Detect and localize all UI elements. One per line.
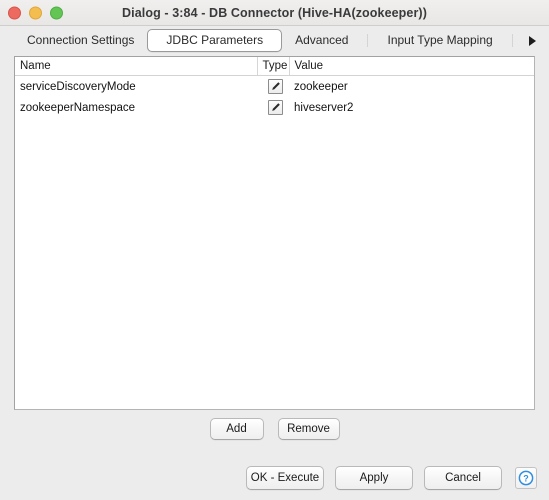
column-header-value[interactable]: Value [288, 57, 534, 76]
table-body: serviceDiscoveryMode zookeeper zookeeper… [15, 76, 534, 119]
tab-separator-end [512, 34, 513, 47]
column-header-type[interactable]: Type [256, 57, 289, 76]
table-header: Name Type Value [15, 57, 534, 76]
tab-advanced[interactable]: Advanced [282, 29, 361, 52]
parameters-table: Name Type Value serviceDiscoveryMode zoo… [15, 57, 534, 118]
cell-parameter-type[interactable] [257, 97, 289, 118]
dialog-window: Dialog - 3:84 - DB Connector (Hive-HA(zo… [0, 0, 549, 500]
row-actions: Add Remove [14, 410, 535, 448]
add-button[interactable]: Add [209, 418, 264, 440]
table-row[interactable]: zookeeperNamespace hiveserver2 [15, 97, 534, 118]
maximize-window-button[interactable] [50, 6, 63, 19]
title-bar: Dialog - 3:84 - DB Connector (Hive-HA(zo… [0, 0, 549, 26]
cell-parameter-name[interactable]: serviceDiscoveryMode [15, 76, 257, 98]
pencil-icon[interactable] [268, 100, 283, 115]
parameters-table-panel: Name Type Value serviceDiscoveryMode zoo… [14, 56, 535, 410]
svg-text:?: ? [523, 473, 529, 483]
triangle-right-icon[interactable] [521, 31, 543, 51]
ok-execute-button[interactable]: OK - Execute [246, 466, 324, 490]
window-title: Dialog - 3:84 - DB Connector (Hive-HA(zo… [122, 5, 427, 20]
cancel-button[interactable]: Cancel [424, 466, 502, 490]
cell-parameter-value[interactable]: hiveserver2 [289, 97, 534, 118]
cell-parameter-type[interactable] [257, 76, 289, 98]
tab-jdbc-parameters[interactable]: JDBC Parameters [147, 29, 283, 52]
cell-parameter-value[interactable]: zookeeper [289, 76, 534, 98]
tab-input-type-mapping[interactable]: Input Type Mapping [374, 29, 505, 52]
tab-connection-settings[interactable]: Connection Settings [14, 29, 147, 52]
window-controls [8, 6, 63, 19]
main-content: Name Type Value serviceDiscoveryMode zoo… [0, 55, 549, 458]
column-header-name[interactable]: Name [15, 57, 257, 76]
tab-separator [367, 34, 369, 47]
table-header-row: Name Type Value [15, 57, 534, 76]
apply-button[interactable]: Apply [335, 466, 413, 490]
table-row[interactable]: serviceDiscoveryMode zookeeper [15, 76, 534, 98]
minimize-window-button[interactable] [29, 6, 42, 19]
cell-parameter-name[interactable]: zookeeperNamespace [15, 97, 257, 118]
close-window-button[interactable] [8, 6, 21, 19]
dialog-footer: OK - Execute Apply Cancel ? [0, 458, 549, 500]
tab-bar: Connection Settings JDBC Parameters Adva… [0, 26, 549, 55]
help-question-icon[interactable]: ? [515, 467, 537, 489]
pencil-icon[interactable] [268, 79, 283, 94]
remove-button[interactable]: Remove [277, 418, 340, 440]
